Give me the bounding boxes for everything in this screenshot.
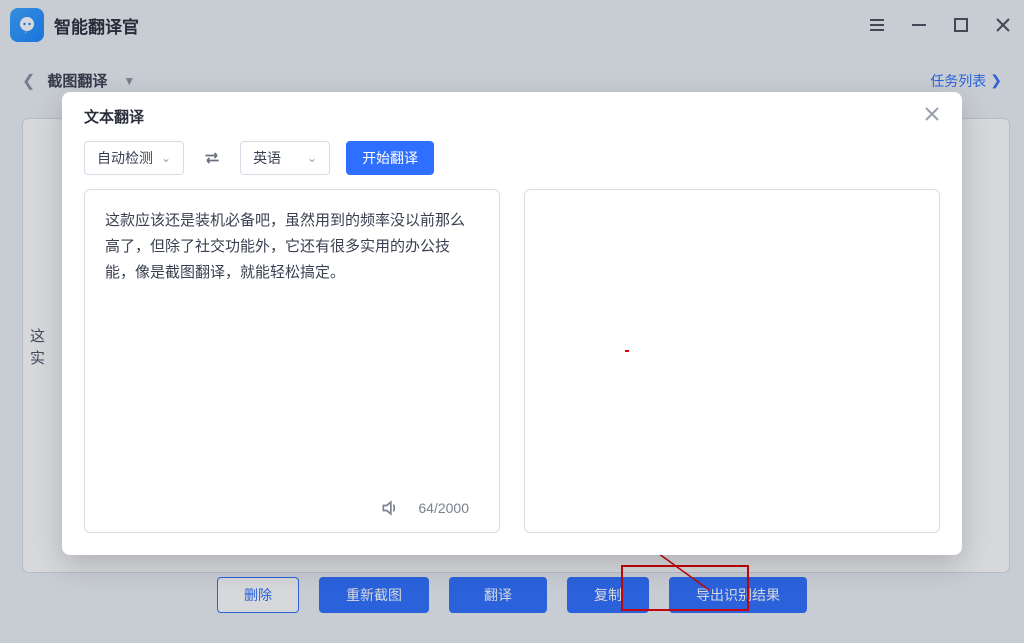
app-logo (10, 8, 44, 42)
source-language-label: 自动检测 (97, 148, 153, 168)
minimize-icon[interactable] (908, 14, 930, 36)
rescreenshot-button[interactable]: 重新截图 (319, 577, 429, 613)
target-pane (524, 189, 940, 533)
start-translate-button[interactable]: 开始翻译 (346, 141, 434, 175)
copy-button[interactable]: 复制 (567, 577, 649, 613)
translate-button[interactable]: 翻译 (449, 577, 547, 613)
speaker-icon[interactable] (380, 498, 400, 518)
bg-line1: 这 (30, 326, 45, 348)
background-text-snippet: 这 实 (30, 326, 45, 370)
swap-icon[interactable] (200, 146, 224, 170)
maximize-icon[interactable] (950, 14, 972, 36)
source-pane: 64/2000 (84, 189, 500, 533)
bg-line2: 实 (30, 348, 45, 370)
chevron-down-icon[interactable]: ▼ (123, 74, 135, 88)
task-list-label: 任务列表 (930, 71, 986, 91)
tiny-mark (625, 350, 629, 352)
breadcrumb-title: 截图翻译 (47, 70, 107, 91)
window-controls (866, 14, 1014, 36)
modal-body: 64/2000 (62, 189, 962, 555)
source-text-input[interactable] (85, 190, 499, 488)
app-title: 智能翻译官 (54, 13, 139, 38)
modal-header: 文本翻译 (62, 92, 962, 137)
target-language-select[interactable]: 英语 ⌄ (240, 141, 330, 175)
title-bar: 智能翻译官 (0, 0, 1024, 50)
chevron-down-icon: ⌄ (307, 151, 317, 165)
bottom-action-bar: 删除 重新截图 翻译 复制 导出识别结果 (0, 577, 1024, 613)
close-icon[interactable] (924, 106, 940, 127)
export-button[interactable]: 导出识别结果 (669, 577, 807, 613)
target-language-label: 英语 (253, 148, 281, 168)
menu-icon[interactable] (866, 14, 888, 36)
task-list-link[interactable]: 任务列表 ❯ (930, 71, 1002, 91)
chevron-down-icon: ⌄ (161, 151, 171, 165)
chevron-right-icon: ❯ (990, 72, 1002, 89)
modal-title: 文本翻译 (84, 106, 144, 127)
char-counter: 64/2000 (418, 500, 469, 516)
text-translate-modal: 文本翻译 自动检测 ⌄ 英语 ⌄ 开始翻译 64/2000 (62, 92, 962, 555)
close-window-icon[interactable] (992, 14, 1014, 36)
title-left: 智能翻译官 (10, 8, 139, 42)
delete-button[interactable]: 删除 (217, 577, 299, 613)
back-icon[interactable]: ❮ (22, 71, 35, 91)
breadcrumb-left: ❮ 截图翻译 ▼ (22, 70, 135, 91)
modal-toolbar: 自动检测 ⌄ 英语 ⌄ 开始翻译 (62, 137, 962, 189)
source-language-select[interactable]: 自动检测 ⌄ (84, 141, 184, 175)
source-pane-footer: 64/2000 (85, 488, 499, 532)
